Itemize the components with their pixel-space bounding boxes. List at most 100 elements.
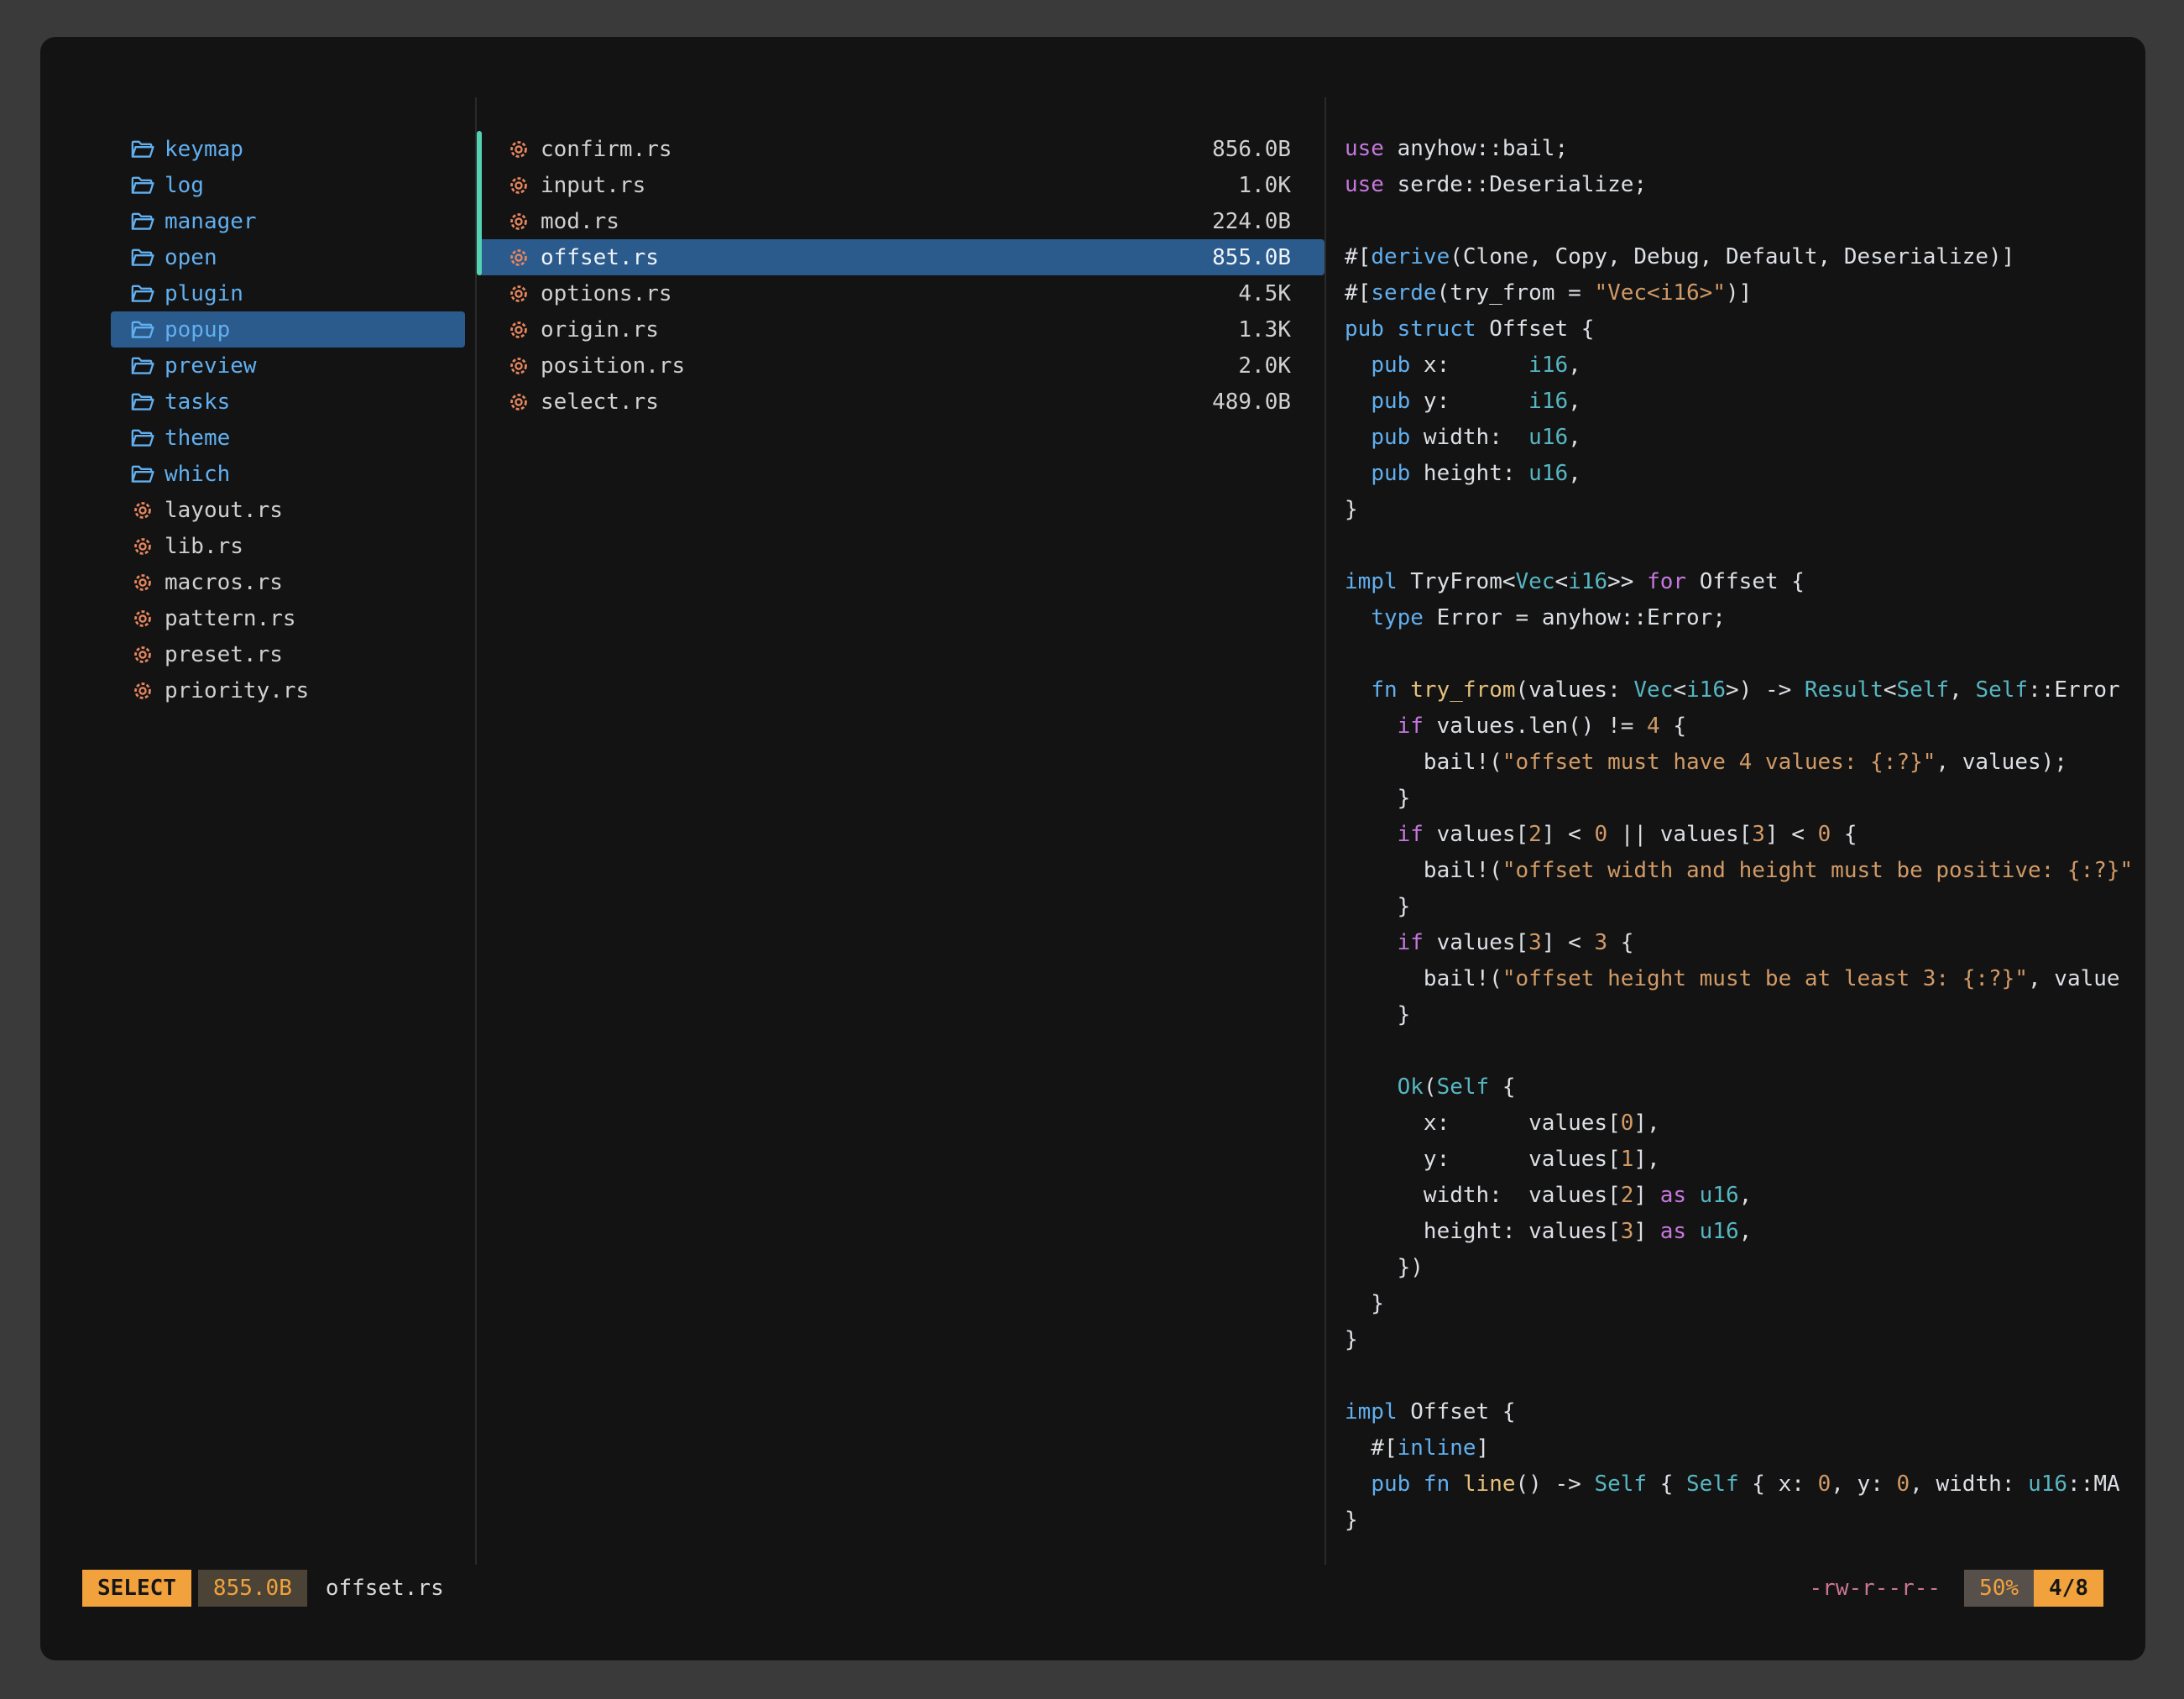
code-line (1345, 203, 2145, 239)
code-line: if values[3] < 3 { (1345, 925, 2145, 961)
current-pane: confirm.rs856.0Binput.rs1.0K mod.rs 224.0B… (475, 97, 1326, 1565)
code-line (1345, 528, 2145, 564)
dir-row[interactable]: which (111, 456, 465, 492)
code-line: } (1345, 781, 2145, 817)
file-row[interactable]: lib.rs (111, 528, 465, 564)
code-line: } (1345, 1286, 2145, 1322)
dir-name: theme (165, 426, 230, 451)
code-line: pub fn line() -> Self { Self { x: 0, y: … (1345, 1466, 2145, 1503)
code-preview: use anyhow::bail;use serde::Deserialize;… (1345, 131, 2145, 1539)
file-row[interactable]: options.rs4.5K (477, 275, 1325, 311)
code-line: }) (1345, 1250, 2145, 1286)
open-folder-icon (131, 355, 154, 377)
code-line: if values[2] < 0 || values[3] < 0 { (1345, 817, 2145, 853)
code-line: y: values[1], (1345, 1142, 2145, 1178)
dir-name: manager (165, 209, 257, 234)
code-line: #[derive(Clone, Copy, Debug, Default, De… (1345, 239, 2145, 275)
current-pane-list: confirm.rs856.0Binput.rs1.0K mod.rs 224.0B… (477, 131, 1325, 420)
file-row[interactable]: preset.rs (111, 636, 465, 672)
code-line: } (1345, 492, 2145, 528)
file-size: 224.0B (1212, 209, 1291, 234)
file-size: 489.0B (1212, 389, 1291, 415)
file-size: 855.0B (1212, 245, 1291, 270)
dir-row[interactable]: manager (111, 203, 465, 239)
yazi-file-manager-window: keymap log manager open pluginpopuppreview ta… (40, 37, 2145, 1660)
file-name: offset.rs (541, 245, 659, 270)
code-line: impl TryFrom<Vec<i16>> for Offset { (1345, 564, 2145, 600)
dir-row[interactable]: plugin (111, 275, 465, 311)
open-folder-icon (131, 319, 154, 341)
open-folder-icon (131, 463, 154, 485)
parent-pane: keymap log manager open pluginpopuppreview ta… (40, 97, 475, 1565)
code-line: use anyhow::bail; (1345, 131, 2145, 167)
file-size-badge: 855.0B (198, 1570, 307, 1607)
file-row[interactable]: position.rs 2.0K (477, 348, 1325, 384)
code-line: bail!("offset height must be at least 3:… (1345, 961, 2145, 997)
status-filename: offset.rs (326, 1576, 444, 1601)
file-permissions: -rw-r--r-- (1810, 1576, 1941, 1601)
code-line: Ok(Self { (1345, 1069, 2145, 1106)
file-row[interactable]: priority.rs (111, 672, 465, 708)
code-line: fn try_from(values: Vec<i16>) -> Result<… (1345, 672, 2145, 708)
parent-pane-list: keymap log manager open pluginpopuppreview ta… (40, 131, 475, 708)
file-name: confirm.rs (541, 137, 672, 162)
scrollbar-thumb[interactable] (477, 131, 482, 275)
code-line: impl Offset { (1345, 1394, 2145, 1430)
rust-file-icon (131, 499, 154, 521)
dir-name: open (165, 245, 217, 270)
code-line (1345, 1358, 2145, 1394)
cursor-position-badge: 4/8 (2034, 1570, 2103, 1607)
panes: keymap log manager open pluginpopuppreview ta… (40, 97, 2145, 1565)
rust-file-icon (131, 644, 154, 666)
file-name: layout.rs (165, 498, 283, 523)
dir-name: tasks (165, 389, 230, 415)
dir-row[interactable]: tasks (111, 384, 465, 420)
file-row[interactable]: select.rs489.0B (477, 384, 1325, 420)
open-folder-icon (131, 427, 154, 449)
file-name: position.rs (541, 353, 685, 379)
code-line: } (1345, 889, 2145, 925)
code-line: pub x: i16, (1345, 348, 2145, 384)
file-name: macros.rs (165, 570, 283, 595)
file-size: 1.0K (1238, 173, 1291, 198)
file-row[interactable]: pattern.rs (111, 600, 465, 636)
code-line: type Error = anyhow::Error; (1345, 600, 2145, 636)
rust-file-icon (507, 139, 530, 160)
code-line: if values.len() != 4 { (1345, 708, 2145, 745)
code-line: pub height: u16, (1345, 456, 2145, 492)
code-line: bail!("offset must have 4 values: {:?}",… (1345, 745, 2145, 781)
file-size: 1.3K (1238, 317, 1291, 342)
rust-file-icon (507, 319, 530, 341)
rust-file-icon (507, 355, 530, 377)
rust-file-icon (131, 608, 154, 630)
file-row[interactable]: origin.rs1.3K (477, 311, 1325, 348)
dir-row[interactable]: popup (111, 311, 465, 348)
file-size: 2.0K (1238, 353, 1291, 379)
code-line: bail!("offset width and height must be p… (1345, 853, 2145, 889)
file-row[interactable]: mod.rs 224.0B (477, 203, 1325, 239)
file-row[interactable]: offset.rs 855.0B (477, 239, 1325, 275)
dir-row[interactable]: preview (111, 348, 465, 384)
file-row[interactable]: confirm.rs856.0B (477, 131, 1325, 167)
dir-row[interactable]: keymap (111, 131, 465, 167)
open-folder-icon (131, 247, 154, 269)
file-row[interactable]: input.rs1.0K (477, 167, 1325, 203)
code-line: pub struct Offset { (1345, 311, 2145, 348)
mode-badge: SELECT (82, 1570, 191, 1607)
file-row[interactable]: layout.rs (111, 492, 465, 528)
dir-row[interactable]: log (111, 167, 465, 203)
dir-row[interactable]: theme (111, 420, 465, 456)
status-bar: SELECT 855.0B offset.rs -rw-r--r-- 50% 4… (40, 1570, 2145, 1607)
code-line: width: values[2] as u16, (1345, 1178, 2145, 1214)
file-name: mod.rs (541, 209, 619, 234)
open-folder-icon (131, 283, 154, 305)
dir-name: keymap (165, 137, 243, 162)
open-folder-icon (131, 175, 154, 196)
file-name: options.rs (541, 281, 672, 306)
open-folder-icon (131, 391, 154, 413)
rust-file-icon (507, 391, 530, 413)
dir-row[interactable]: open (111, 239, 465, 275)
preview-pane: use anyhow::bail;use serde::Deserialize;… (1326, 97, 2145, 1565)
code-line: #[serde(try_from = "Vec<i16>")] (1345, 275, 2145, 311)
file-row[interactable]: macros.rs (111, 564, 465, 600)
